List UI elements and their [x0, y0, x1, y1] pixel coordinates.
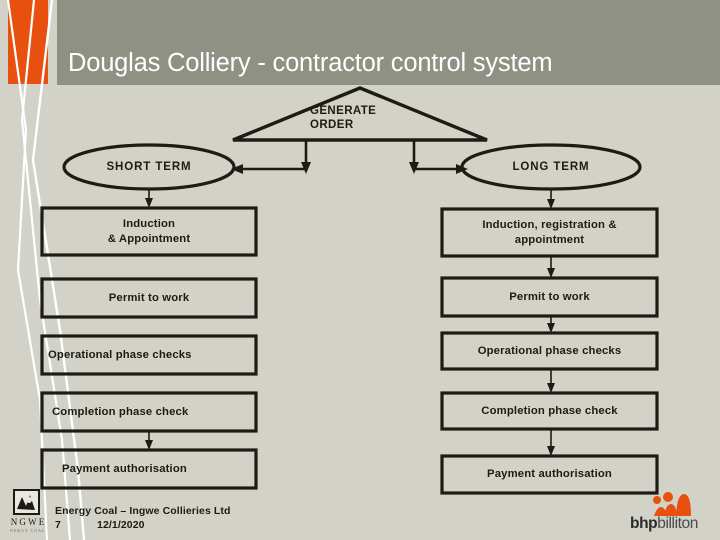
bhp-word-light: billiton [657, 515, 698, 532]
left-step-label-4: Completion phase check [52, 405, 189, 418]
left-step-label-3: Operational phase checks [48, 348, 192, 361]
right-step-label-1-line1: Induction, registration & [482, 219, 617, 231]
right-step-label-1-line2: appointment [514, 233, 585, 246]
slide-canvas: Douglas Colliery - contractor control sy… [0, 0, 720, 540]
footer-date: 12/1/2020 [97, 519, 145, 531]
left-step-label-1-line2: & Appointment [107, 232, 191, 245]
bhp-word-bold: bhp [630, 515, 658, 532]
left-step-label-1: Induction & Appointment [44, 210, 254, 253]
generate-order-label-line1: GENERATE [310, 105, 377, 117]
bhp-billiton-wordmark: bhpbilliton [630, 515, 698, 533]
generate-order-label-line2: ORDER [310, 119, 354, 131]
right-step-label-3: Operational phase checks [477, 344, 622, 357]
svg-text:ENERGY COAL: ENERGY COAL [9, 528, 45, 533]
short-term-label: SHORT TERM [106, 160, 192, 173]
bhp-billiton-logo: bhpbilliton [630, 487, 714, 535]
right-step-label-4: Completion phase check [481, 404, 618, 417]
svg-text:INGWE: INGWE [9, 517, 47, 527]
left-step-label-5: Payment authorisation [62, 462, 187, 475]
footer-page-number: 7 [55, 519, 61, 531]
right-step-label-2: Permit to work [509, 290, 590, 303]
right-step-label-1: Induction, registration & appointment [444, 211, 655, 254]
left-step-label-2: Permit to work [108, 291, 190, 304]
bhp-billiton-mark [653, 492, 691, 516]
footer-company: Energy Coal – Ingwe Collieries Ltd [55, 505, 231, 517]
generate-order-label: GENERATE ORDER [310, 104, 430, 138]
right-step-label-5: Payment authorisation [487, 468, 612, 481]
long-term-label: LONG TERM [512, 160, 590, 173]
left-step-label-1-line1: Induction [122, 218, 176, 230]
ingwe-logo: INGWE ENERGY COAL [9, 489, 47, 533]
